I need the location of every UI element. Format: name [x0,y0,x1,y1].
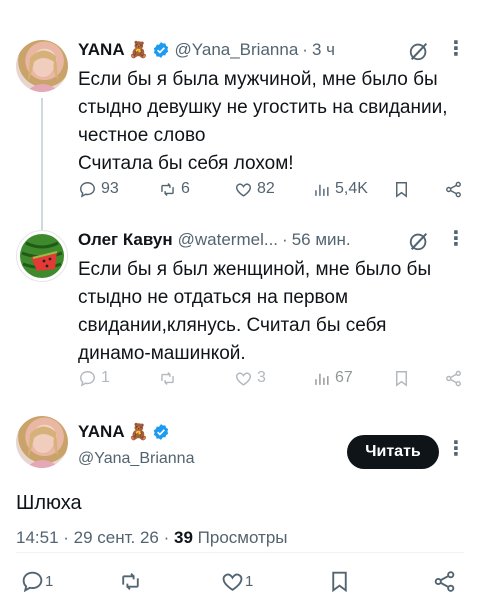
tweet-meta: 14:51 · 29 сент. 26 · 39 Просмотры [16,528,288,548]
bookmark-button[interactable] [392,366,411,390]
tweet-time[interactable]: 3 ч [312,40,335,60]
verified-badge-icon [153,42,168,58]
tweet-text-line: стыдно не отдаться на первом [78,287,349,308]
reply-button[interactable]: 1 [78,366,110,390]
reply-count: 1 [45,572,54,590]
tweet-text-line: стыдно девушку не угостить на свидании, [78,97,448,118]
tweet-time[interactable]: 56 мин. [292,230,351,250]
tweet-actions: 93 6 82 5,4K [78,177,468,201]
views-label: Просмотры [197,528,288,547]
repost-count: 6 [181,180,190,197]
like-button[interactable]: 3 [234,366,266,390]
tweet-text: Шлюха [16,492,82,514]
bookmark-icon [332,571,347,592]
bookmark-icon [396,370,407,387]
author-handle[interactable]: @Yana_Brianna [175,40,299,60]
like-count: 82 [257,180,275,197]
reply-count: 1 [101,369,110,386]
tweet-header: Олег Кавун @watermel... · 56 мин. [78,228,351,252]
repost-button[interactable] [118,566,143,596]
repost-button[interactable]: 6 [158,177,190,201]
share-icon [446,181,461,197]
views-count: 39 [174,528,193,547]
author-handle[interactable]: @watermel... [178,230,278,250]
views-button[interactable]: 5,4K [312,177,368,201]
teddy-bear-emoji: 🧸 [128,424,149,441]
grok-icon[interactable] [408,40,430,62]
bookmark-button[interactable] [392,177,411,201]
tweet-text: Если бы я был женщиной, мне было бы стыд… [78,256,431,368]
tweet-text-line: динамо-машинкой. [78,343,246,364]
share-button[interactable] [444,177,463,201]
tweet-1[interactable]: YANA 🧸 @Yana_Brianna · 3 ч ⋮ Если бы я б… [0,38,480,238]
avatar[interactable] [16,416,68,468]
like-icon [222,573,243,591]
tweet-text-line: Если бы я была мужчиной, мне было бы [78,69,438,90]
views-button[interactable]: 67 [312,366,353,390]
tweet-header: YANA 🧸 [78,420,170,444]
tweet-text-line: свидании,клянусь. Считал бы себя [78,315,387,336]
tweet-text-line: честное слово [78,125,206,146]
repost-button[interactable] [158,366,181,390]
reply-button[interactable]: 93 [78,177,119,201]
share-icon [446,370,461,386]
views-count: 5,4K [335,180,368,197]
tweet-header: YANA 🧸 @Yana_Brianna · 3 ч [78,38,335,62]
grok-icon[interactable] [408,230,430,252]
tweet-timestamp[interactable]: 14:51 · 29 сент. 26 · [16,528,169,547]
like-icon [236,182,251,197]
avatar[interactable] [16,40,68,92]
tweet-2[interactable]: Олег Кавун @watermel... · 56 мин. ⋮ Если… [0,228,480,398]
tweet-text-line: Если бы я был женщиной, мне было бы [78,259,432,280]
author-name[interactable]: Олег Кавун [78,230,173,250]
like-button[interactable]: 1 [220,566,253,596]
like-count: 1 [245,572,254,590]
repost-icon [161,182,174,196]
views-icon [315,184,329,196]
more-icon[interactable]: ⋮ [446,228,466,250]
author-name[interactable]: YANA [78,40,125,60]
teddy-bear-emoji: 🧸 [128,42,149,59]
more-icon[interactable]: ⋮ [446,438,466,460]
separator-dot: · [282,230,288,249]
author-name[interactable]: YANA [78,422,125,442]
follow-button[interactable]: Читать [347,435,439,469]
divider [16,552,464,553]
bookmark-button[interactable] [327,566,352,596]
like-icon [236,371,251,386]
share-button[interactable] [444,366,463,390]
thread-connector-line [41,98,43,238]
reply-icon [80,181,95,198]
more-icon[interactable]: ⋮ [446,38,466,60]
focused-tweet-actions: 1 1 [0,566,480,596]
reply-icon [80,370,95,387]
like-count: 3 [257,369,266,386]
reply-button[interactable]: 1 [20,566,53,596]
avatar[interactable] [16,230,68,282]
repost-icon [161,371,174,385]
repost-icon [122,572,139,590]
share-icon [434,570,455,592]
reply-icon [22,571,43,592]
tweet-text: Если бы я была мужчиной, мне было бы сты… [78,66,447,178]
tweet-actions: 1 3 67 [78,366,468,390]
tweet-text-line: Считала бы себя лохом! [78,153,294,174]
like-button[interactable]: 82 [234,177,275,201]
share-button[interactable] [432,566,457,596]
separator-dot: · [302,40,308,59]
views-count: 67 [335,369,353,386]
views-icon [315,373,329,385]
author-handle[interactable]: @Yana_Brianna [78,450,194,468]
bookmark-icon [396,181,407,198]
verified-badge-icon [153,424,168,440]
reply-count: 93 [101,180,119,197]
